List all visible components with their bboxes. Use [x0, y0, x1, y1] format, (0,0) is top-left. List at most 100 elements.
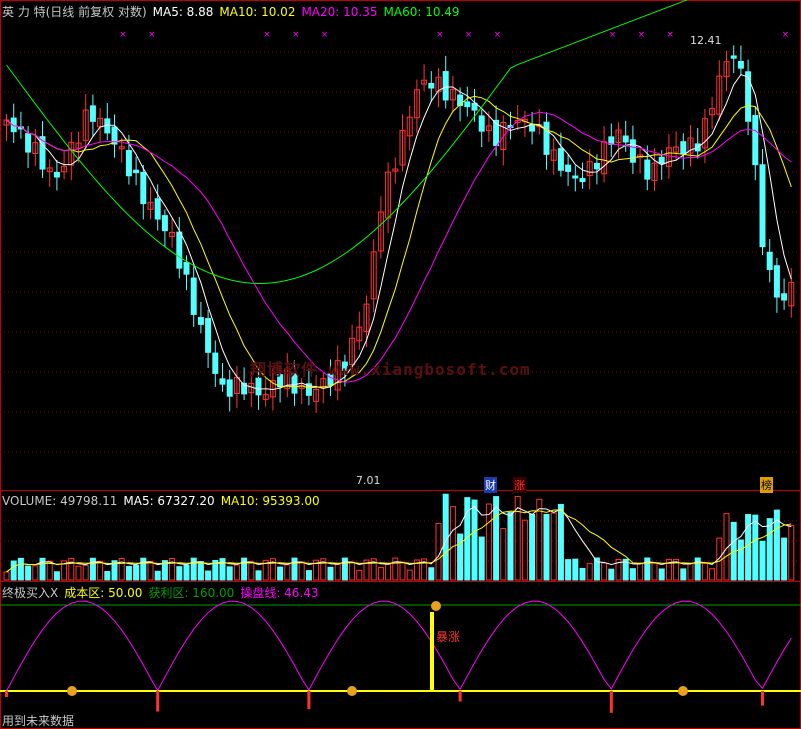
ma5-line [6, 73, 792, 390]
volume-bar [471, 499, 478, 581]
volume-bar [557, 503, 564, 581]
volume-bar [349, 561, 356, 581]
candle-body [25, 133, 32, 153]
high-price-label: 12.41 [690, 34, 722, 47]
volume-bar [305, 570, 312, 581]
price-header: 英 力 特(日线 前复权 对数) MA5: 8.88 MA10: 10.02 MA20… [2, 3, 466, 20]
candle-body [752, 115, 759, 166]
volume-bar [543, 513, 550, 581]
surge-label: 暴涨 [436, 630, 461, 644]
candle-body [89, 105, 96, 122]
price-title: 英 力 特(日线 前复权 对数) [2, 5, 147, 19]
candle-body [212, 352, 219, 374]
volume-bar [572, 558, 579, 581]
volume-bar [277, 566, 284, 581]
volume-bar [701, 562, 708, 581]
indicator-header: 终极买入X 成本区: 50.00 获利区: 160.00 操盘线: 46.43 [2, 584, 325, 601]
candle-body [125, 150, 132, 177]
ma60-line [6, 0, 689, 284]
candle-body [197, 316, 204, 325]
low-price-label: 7.01 [356, 474, 381, 487]
volume-bar [766, 518, 773, 581]
volume-bar [97, 560, 104, 581]
signal-marker: × [119, 30, 127, 40]
volume-bar [716, 537, 723, 581]
volume-bar [485, 503, 492, 581]
candle-body [183, 262, 190, 275]
candle-body [478, 115, 485, 132]
candle-body [622, 135, 629, 143]
volume-bar [197, 561, 204, 581]
candle-body [255, 377, 262, 396]
signal-marker: × [638, 30, 646, 40]
indicator-name: 终极买入X [2, 586, 59, 600]
candle-body [190, 277, 197, 315]
candle-body [219, 378, 226, 385]
volume-bar [629, 568, 636, 581]
volume-bar [3, 571, 10, 581]
candle-body [730, 55, 737, 59]
candle-body [154, 198, 161, 220]
candle-body [543, 121, 550, 155]
candle-body [629, 139, 636, 163]
bang-badge: 榜 [760, 477, 773, 493]
volume-bar [298, 561, 305, 581]
volume-bar [752, 514, 759, 581]
candle-body [745, 71, 752, 122]
candle-body [133, 169, 140, 174]
volume-header: VOLUME: 49798.11 MA5: 67327.20 MA10: 95393… [2, 494, 326, 508]
volume-bar [759, 540, 766, 581]
footer-note: 用到未来数据 [2, 714, 75, 728]
volume-bar [478, 536, 485, 581]
volume-bar [32, 565, 39, 581]
watermark: 翔博软件 www.xiangbosoft.com [250, 360, 531, 379]
volume-bar [255, 570, 262, 581]
candle-body [565, 164, 572, 172]
signal-marker: × [494, 30, 502, 40]
volume-bar [226, 566, 233, 581]
volume-bar [680, 568, 687, 581]
volume-bar [147, 560, 154, 581]
volume-bar [385, 563, 392, 581]
ma10-line [6, 95, 792, 389]
volume-bar [205, 570, 212, 581]
volume-bar [658, 568, 665, 581]
volume-bar [82, 565, 89, 581]
volume-bar [687, 562, 694, 581]
signal-marker: × [148, 30, 156, 40]
volume-bar [104, 571, 111, 581]
volume-bar [10, 560, 17, 581]
volume-bar [601, 562, 608, 581]
volume-bar [500, 528, 507, 581]
cost-label: 成本区: 50.00 [64, 586, 143, 600]
volume-bar [565, 559, 572, 581]
volume-ma10-label: MA10: 95393.00 [220, 494, 320, 508]
volume-bar [507, 512, 514, 581]
volume-bar [428, 567, 435, 581]
candle-body [766, 251, 773, 270]
buy-signal-icon [347, 686, 357, 696]
volume-bar [176, 566, 183, 581]
volume-bar [154, 570, 161, 581]
signal-marker: × [436, 30, 444, 40]
volume-bar [334, 564, 341, 581]
volume-ma5-label: MA5: 67327.20 [123, 494, 215, 508]
volume-bar [125, 565, 132, 581]
candle-body [464, 101, 471, 108]
volume-bar [377, 567, 384, 581]
volume-bar [651, 562, 658, 581]
volume-bar [788, 525, 795, 581]
candle-body [737, 61, 744, 69]
volume-bar [406, 569, 413, 581]
candle-body [579, 178, 586, 183]
ma10-label: MA10: 10.02 [219, 5, 296, 19]
candle-body [442, 71, 449, 101]
signal-marker: × [292, 30, 300, 40]
signal-marker: × [465, 30, 473, 40]
volume-bar [284, 564, 291, 581]
volume-bar [75, 565, 82, 581]
candle-body [658, 156, 665, 165]
candle-body [53, 171, 60, 178]
zhang-badge: 涨 [513, 477, 526, 493]
volume-bar [579, 567, 586, 581]
